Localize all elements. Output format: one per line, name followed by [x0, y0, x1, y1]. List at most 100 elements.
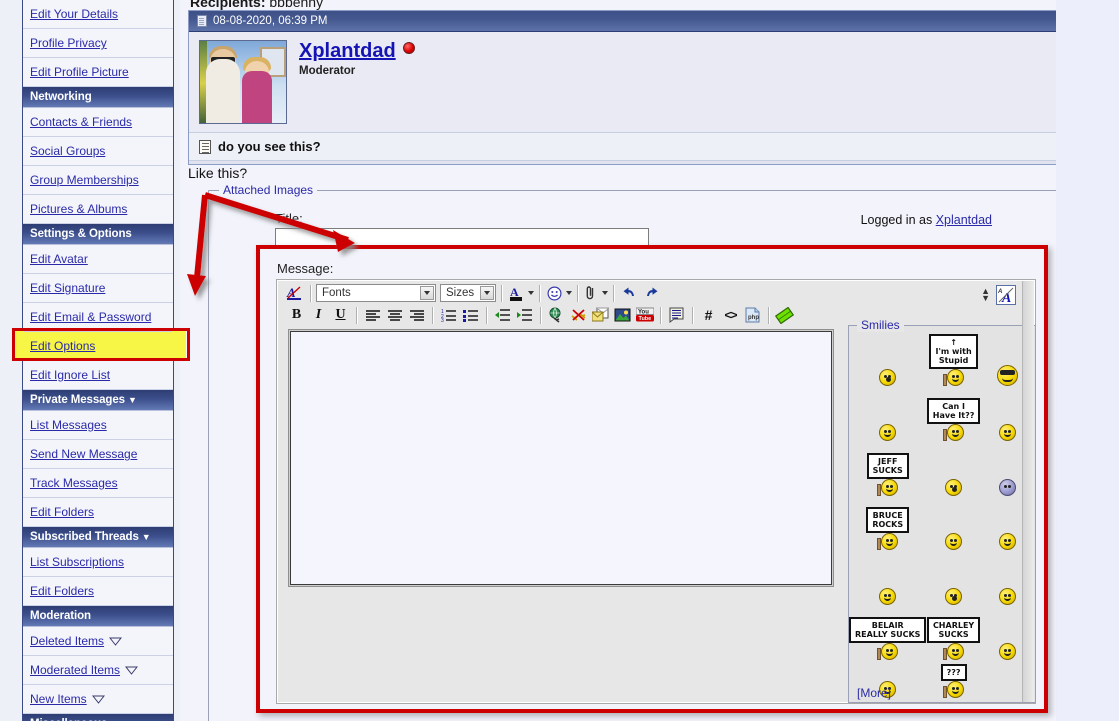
smilie-belair-really-sucks[interactable]: BELAIR REALLY SUCKS — [849, 609, 927, 664]
editor-toolbar-row-1: A Fonts Sizes A — [278, 281, 1034, 303]
smilie-dart[interactable] — [999, 500, 1017, 555]
sidebar-header-private-messages[interactable]: Private Messages ▼ — [23, 390, 173, 411]
sidebar-item-moderated-items[interactable]: Moderated Items — [23, 656, 173, 685]
smilie-stretch[interactable] — [945, 500, 963, 555]
message-textarea[interactable] — [290, 331, 832, 585]
smilie-drink[interactable] — [945, 554, 963, 609]
sidebar-header-moderation: Moderation — [23, 606, 173, 627]
smilie-laugh[interactable] — [999, 390, 1017, 445]
sidebar-item-edit-folders[interactable]: Edit Folders — [23, 498, 173, 527]
indent-icon[interactable] — [514, 305, 535, 325]
author-link[interactable]: Xplantdad — [299, 40, 396, 63]
bold-icon[interactable]: B — [286, 305, 307, 325]
sidebar-header-settings-options: Settings & Options — [23, 224, 173, 245]
wrap-tags-icon[interactable] — [774, 305, 795, 325]
resize-editor-icon[interactable]: ▲ ▼ — [981, 287, 990, 303]
sidebar-item-edit-options[interactable]: Edit Options — [23, 332, 173, 361]
sidebar-item-pictures-albums[interactable]: Pictures & Albums — [23, 195, 173, 224]
font-color-dropdown-caret-icon[interactable] — [528, 291, 534, 295]
sidebar-item-track-messages[interactable]: Track Messages — [23, 469, 173, 498]
smilie-face — [879, 423, 897, 441]
font-size-select[interactable]: Sizes — [440, 284, 496, 302]
logged-in-username-link[interactable]: Xplantdad — [936, 213, 992, 227]
sidebar-item-edit-profile-picture[interactable]: Edit Profile Picture — [23, 58, 173, 87]
smilie-bow[interactable] — [879, 390, 897, 445]
chevron-down-icon — [109, 635, 123, 649]
online-status-icon — [402, 42, 415, 54]
insert-video-icon[interactable]: You Tube — [634, 305, 655, 325]
smilie-big-grin[interactable] — [999, 609, 1017, 664]
sidebar-item-edit-folders[interactable]: Edit Folders — [23, 577, 173, 606]
editor-right-scrollbar[interactable] — [1022, 281, 1034, 702]
smilie-can-i-have-it[interactable]: Can I Have It?? — [926, 390, 981, 445]
font-color-icon[interactable]: A — [507, 283, 525, 303]
align-center-icon[interactable] — [384, 305, 405, 325]
align-right-icon[interactable] — [406, 305, 427, 325]
sidebar-item-edit-avatar[interactable]: Edit Avatar — [23, 245, 173, 274]
sidebar-item-list-subscriptions[interactable]: List Subscriptions — [23, 548, 173, 577]
smilie-icon[interactable] — [545, 283, 563, 303]
remove-formatting-icon[interactable]: A — [284, 283, 305, 303]
smilie-jeff-sucks[interactable]: JEFF SUCKS — [866, 445, 909, 500]
insert-quote-icon[interactable] — [666, 305, 687, 325]
smilie-charley-sucks[interactable]: CHARLEY SUCKS — [926, 609, 981, 664]
smilie-worried[interactable] — [999, 554, 1017, 609]
unordered-list-icon[interactable] — [460, 305, 481, 325]
sidebar-item-edit-email-password[interactable]: Edit Email & Password — [23, 303, 173, 332]
sidebar-item-edit-ignore-list[interactable]: Edit Ignore List — [23, 361, 173, 390]
sidebar-item-group-memberships[interactable]: Group Memberships — [23, 166, 173, 195]
smilie-bruce-rocks[interactable]: BRUCE ROCKS — [866, 500, 910, 555]
insert-php-icon[interactable]: php — [742, 305, 763, 325]
outdent-icon[interactable] — [492, 305, 513, 325]
font-family-select[interactable]: Fonts — [316, 284, 436, 302]
smilie-dropdown-caret-icon[interactable] — [566, 291, 572, 295]
sidebar-item-new-items[interactable]: New Items — [23, 685, 173, 714]
attachment-icon[interactable] — [583, 283, 599, 303]
smilie-confused[interactable]: ??? — [940, 664, 967, 702]
smilie-tongue[interactable] — [879, 334, 897, 390]
title-input[interactable] — [275, 228, 649, 249]
post-timestamp: 08-08-2020, 06:39 PM — [213, 15, 328, 27]
sidebar-item-label: New Items — [30, 692, 87, 706]
insert-link-icon[interactable] — [546, 305, 567, 325]
remove-link-icon[interactable] — [568, 305, 589, 325]
attachment-dropdown-caret-icon[interactable] — [602, 291, 608, 295]
smilies-more-link[interactable]: [More] — [857, 686, 891, 700]
ordered-list-icon[interactable]: 123 — [438, 305, 459, 325]
sidebar-item-label: List Subscriptions — [30, 555, 125, 569]
insert-email-icon[interactable] — [590, 305, 611, 325]
sidebar-item-social-groups[interactable]: Social Groups — [23, 137, 173, 166]
smilie-im-with-stupid[interactable]: ↑ I'm with Stupid — [929, 334, 978, 390]
sidebar-item-label: Edit Ignore List — [30, 368, 111, 382]
sidebar-item-edit-signature[interactable]: Edit Signature — [23, 274, 173, 303]
smilie-grey-blob[interactable] — [999, 445, 1017, 500]
sidebar-header-subscribed-threads[interactable]: Subscribed Threads ▼ — [23, 527, 173, 548]
italic-icon[interactable]: I — [308, 305, 329, 325]
sidebar-item-deleted-items[interactable]: Deleted Items — [23, 627, 173, 656]
undo-icon[interactable] — [619, 283, 640, 303]
smilie-sign-text: Can I Have It?? — [926, 397, 981, 424]
smilie-surprised[interactable] — [945, 445, 963, 500]
highlight-fill-right — [172, 331, 186, 358]
avatar — [199, 40, 287, 124]
page-icon — [197, 15, 207, 27]
sidebar-item-label: Edit Options — [30, 339, 96, 353]
sidebar-item-edit-your-details[interactable]: Edit Your Details — [23, 0, 173, 29]
author-title: Moderator — [299, 65, 356, 77]
smilie-cool[interactable] — [997, 334, 1019, 390]
smilie-smile-small[interactable] — [879, 554, 897, 609]
sidebar-item-contacts-friends[interactable]: Contacts & Friends — [23, 108, 173, 137]
align-left-icon[interactable] — [362, 305, 383, 325]
sidebar-item-label: Edit Folders — [30, 584, 95, 598]
toggle-editor-mode-icon[interactable]: AA — [996, 285, 1016, 305]
underline-icon[interactable]: U — [330, 305, 351, 325]
smilie-face — [945, 533, 963, 551]
insert-image-icon[interactable] — [612, 305, 633, 325]
sidebar-item-list-messages[interactable]: List Messages — [23, 411, 173, 440]
redo-icon[interactable] — [641, 283, 662, 303]
pm-recipients-value: bbbenny — [269, 0, 324, 10]
sidebar-item-send-new-message[interactable]: Send New Message — [23, 440, 173, 469]
insert-html-icon[interactable]: <> — [720, 305, 741, 325]
sidebar-item-profile-privacy[interactable]: Profile Privacy — [23, 29, 173, 58]
insert-code-hash-icon[interactable]: # — [698, 305, 719, 325]
